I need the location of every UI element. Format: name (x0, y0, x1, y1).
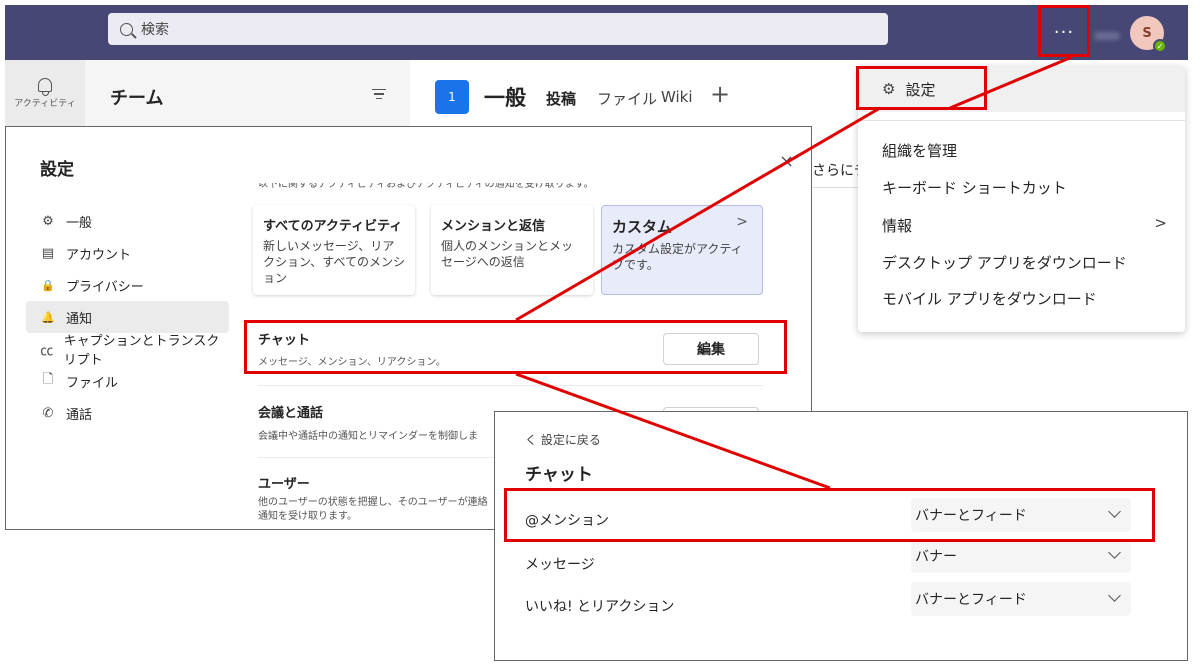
menu-item-label: 設定 (905, 80, 936, 99)
rail-item-activity[interactable]: アクティビティ (5, 60, 85, 126)
nav-item-files[interactable]: 🗋 ファイル (26, 365, 229, 397)
nav-item-privacy[interactable]: 🔒 プライバシー (26, 269, 229, 301)
nav-item-calls[interactable]: ✆ 通話 (26, 397, 229, 429)
nav-item-account[interactable]: ▤ アカウント (26, 237, 229, 269)
select-value: バナーとフィード (915, 508, 1027, 524)
gear-icon: ⚙ (42, 213, 54, 229)
search-placeholder: 検索 (141, 22, 169, 38)
back-to-settings-link[interactable]: く 設定に戻る (525, 431, 601, 448)
tab-wiki[interactable]: Wiki (661, 88, 693, 106)
select-value: バナーとフィード (915, 592, 1027, 608)
close-icon[interactable]: × (779, 151, 794, 172)
menu-item-about[interactable]: 情報 (882, 215, 912, 236)
nav-item-label: 通知 (66, 311, 93, 327)
nav-item-label: ファイル (66, 375, 119, 391)
add-tab-button[interactable]: + (710, 80, 730, 108)
option-card-custom[interactable]: カスタム カスタム設定がアクティブです。 > (601, 205, 763, 295)
chevron-down-icon (1108, 546, 1121, 559)
blurred-user-name (1094, 32, 1120, 40)
panel-title: チャット (525, 465, 593, 485)
option-card-all-activity[interactable]: すべてのアクティビティ 新しいメッセージ、リアクション、すべてのメンション (253, 205, 415, 295)
teams-title: チーム (110, 88, 164, 109)
lock-icon: 🔒 (41, 278, 55, 292)
nav-item-general[interactable]: ⚙ 一般 (26, 205, 229, 237)
menu-item-manage-org[interactable]: 組織を管理 (882, 140, 957, 161)
tab-files[interactable]: ファイル (597, 88, 657, 109)
select-value: バナー (915, 549, 957, 565)
section-desc-chat: メッセージ、メンション、リアクション。 (258, 357, 446, 368)
section-desc-users: 他のユーザーの状態を把握し、そのユーザーが連絡 (258, 497, 488, 508)
menu-item-download-mobile[interactable]: モバイル アプリをダウンロード (882, 288, 1097, 309)
section-title-chat: チャット (258, 333, 310, 348)
avatar-initial: S (1142, 25, 1152, 41)
setting-label-mentions: @メンション (525, 513, 609, 529)
chat-notification-panel: く 設定に戻る チャット @メンション バナーとフィード メッセージ バナー い… (494, 411, 1188, 661)
bell-icon: 🔔 (41, 310, 55, 324)
divider (258, 385, 763, 386)
bell-icon (38, 77, 52, 96)
chevron-right-icon: > (1154, 214, 1167, 232)
section-title-meetings: 会議と通話 (258, 406, 324, 421)
nav-item-label: プライバシー (66, 279, 144, 295)
card-title: カスタム (612, 218, 673, 236)
filter-icon[interactable] (372, 89, 386, 100)
id-card-icon: ▤ (41, 245, 55, 261)
nav-item-label: 通話 (66, 407, 93, 423)
chevron-down-icon (1108, 505, 1121, 518)
divider (812, 187, 862, 188)
setting-label-messages: メッセージ (525, 557, 595, 573)
dialog-title: 設定 (40, 160, 74, 180)
nav-item-notifications[interactable]: 🔔 通知 (26, 301, 229, 333)
mentions-select[interactable]: バナーとフィード (911, 498, 1131, 532)
nav-item-captions[interactable]: ㏄ キャプションとトランスクリプト (26, 333, 229, 368)
section-desc-users-line2: 通知を受け取ります。 (258, 511, 357, 522)
cc-icon: ㏄ (40, 343, 54, 359)
card-description: 新しいメッセージ、リアクション、すべてのメンション (263, 239, 405, 285)
phone-icon: ✆ (42, 405, 54, 421)
section-desc-meetings: 会議中や通話中の通知とリマインダーを制御しま (258, 431, 478, 442)
more-options-menu: ⚙ 設定 組織を管理 キーボード ショートカット 情報 > デスクトップ アプリ… (858, 66, 1185, 332)
section-title-users: ユーザー (258, 477, 310, 492)
menu-item-download-desktop[interactable]: デスクトップ アプリをダウンロード (882, 252, 1127, 273)
menu-item-keyboard-shortcuts[interactable]: キーボード ショートカット (882, 177, 1067, 198)
menu-divider (858, 120, 1185, 121)
file-icon: 🗋 (42, 372, 54, 387)
card-description: 個人のメンションとメッセージへの返信 (441, 239, 574, 269)
rail-item-label: アクティビティ (14, 98, 76, 109)
chevron-down-icon (1108, 589, 1121, 602)
avatar[interactable]: S ✓ (1130, 16, 1167, 53)
card-title: メンションと返信 (441, 219, 546, 234)
menu-item-settings[interactable]: ⚙ 設定 (858, 66, 1185, 112)
nav-item-label: アカウント (66, 247, 132, 263)
more-options-button[interactable]: ··· (1040, 8, 1088, 56)
option-card-mentions-replies[interactable]: メンションと返信 個人のメンションとメッセージへの返信 (431, 205, 593, 295)
chat-edit-button[interactable]: 編集 (663, 333, 759, 365)
status-available-icon: ✓ (1153, 39, 1167, 53)
nav-item-label: 一般 (66, 215, 93, 231)
gear-icon: ⚙ (882, 80, 896, 98)
search-input[interactable]: 検索 (108, 13, 888, 45)
messages-select[interactable]: バナー (911, 539, 1131, 573)
setting-label-reactions: いいね! とリアクション (525, 599, 675, 615)
cut-off-description: 以下に関するアクティビティおよびアクティビティの通知を受け取ります。 (258, 183, 594, 190)
card-title: すべてのアクティビティ (263, 219, 403, 234)
nav-item-label: キャプションとトランスクリプト (63, 334, 220, 368)
chevron-right-icon: > (736, 214, 748, 230)
card-description: カスタム設定がアクティブです。 (612, 242, 743, 272)
search-icon (120, 22, 133, 36)
team-badge: 1 (435, 80, 469, 114)
tab-posts[interactable]: 投稿 (546, 88, 576, 109)
reactions-select[interactable]: バナーとフィード (911, 582, 1131, 616)
channel-name: 一般 (484, 86, 526, 110)
